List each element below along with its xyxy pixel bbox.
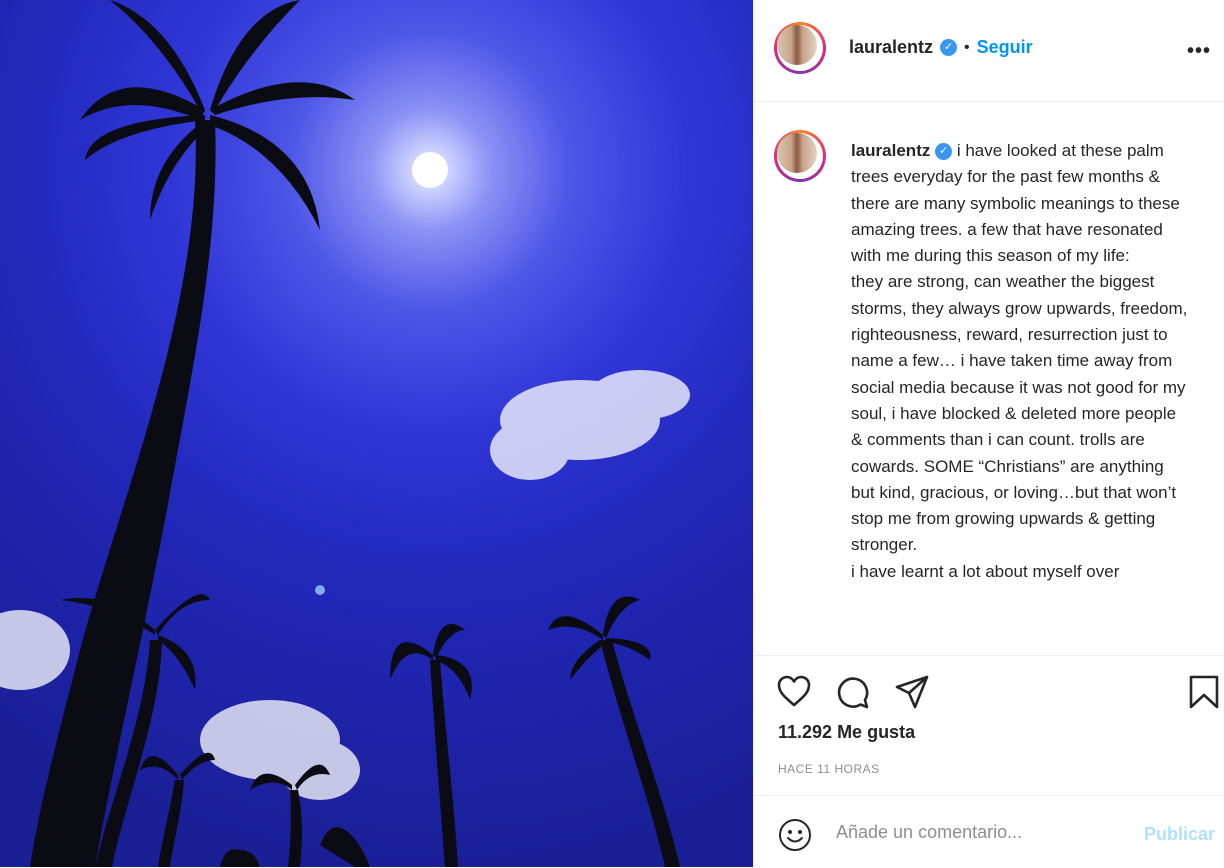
heart-icon[interactable] bbox=[776, 674, 812, 710]
comment-bar: Publicar bbox=[754, 795, 1224, 868]
caption-scroll-area[interactable]: lauralentz ✓ i have looked at these palm… bbox=[754, 102, 1224, 654]
palm-trees-image bbox=[0, 0, 690, 867]
publish-button[interactable]: Publicar bbox=[1144, 824, 1215, 845]
separator-dot: • bbox=[964, 38, 970, 56]
verified-badge-icon: ✓ bbox=[935, 143, 953, 161]
post-timestamp[interactable]: HACE 11 HORAS bbox=[778, 762, 880, 776]
comment-input[interactable] bbox=[836, 822, 1126, 843]
caption-username[interactable]: lauralentz bbox=[851, 141, 930, 160]
author-username[interactable]: lauralentz bbox=[849, 37, 933, 58]
post-sidebar: lauralentz ✓ • Seguir ••• lauralentz ✓ i… bbox=[753, 0, 1224, 867]
post-caption: lauralentz ✓ i have looked at these palm… bbox=[851, 138, 1191, 585]
author-avatar[interactable] bbox=[774, 22, 826, 74]
follow-button[interactable]: Seguir bbox=[977, 37, 1033, 58]
caption-text: i have looked at these palm trees everyd… bbox=[851, 141, 1188, 581]
more-options-icon[interactable]: ••• bbox=[1187, 40, 1211, 63]
post-photo[interactable] bbox=[0, 0, 753, 867]
verified-badge-icon: ✓ bbox=[940, 39, 958, 56]
caption-avatar[interactable] bbox=[774, 130, 826, 182]
post-header: lauralentz ✓ • Seguir ••• bbox=[754, 0, 1224, 102]
paper-plane-icon[interactable] bbox=[894, 674, 930, 710]
post-actions: 11.292 Me gusta HACE 11 HORAS bbox=[754, 655, 1224, 796]
bookmark-icon[interactable] bbox=[1186, 674, 1222, 710]
comment-icon[interactable] bbox=[835, 674, 871, 710]
header-user: lauralentz ✓ • Seguir bbox=[849, 37, 1033, 58]
avatar-photo bbox=[777, 133, 817, 173]
smiley-icon[interactable] bbox=[778, 818, 812, 852]
avatar-photo bbox=[777, 25, 817, 65]
likes-count[interactable]: 11.292 Me gusta bbox=[778, 722, 915, 743]
